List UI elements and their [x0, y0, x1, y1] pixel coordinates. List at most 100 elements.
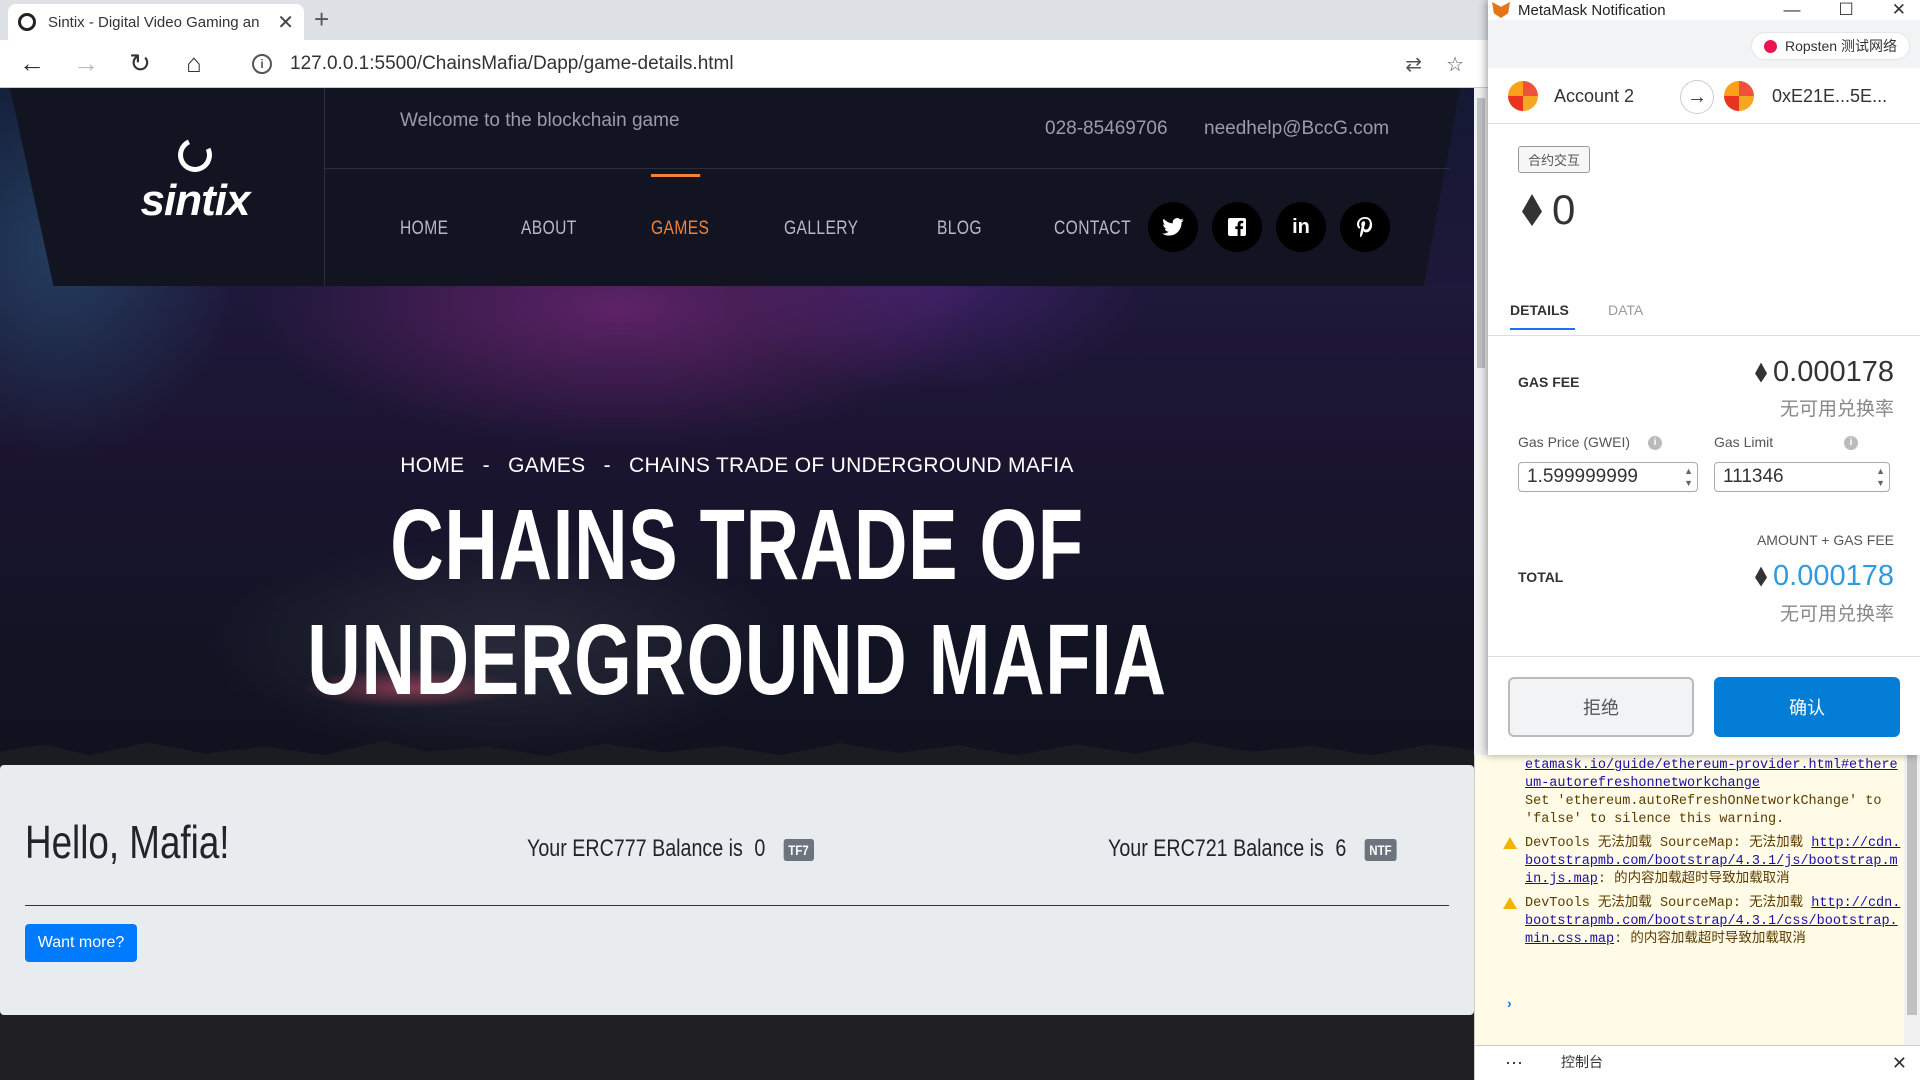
- ethereum-icon: [1755, 362, 1768, 383]
- tx-tabs: DETAILS DATA: [1488, 296, 1920, 336]
- minimize-icon[interactable]: —: [1784, 0, 1801, 20]
- site-favicon-icon: [18, 13, 36, 31]
- page-title: CHAINS TRADE OF UNDERGROUND MAFIA: [307, 489, 1167, 716]
- maximize-icon[interactable]: ☐: [1839, 0, 1854, 20]
- nav-contact[interactable]: CONTACT: [1054, 218, 1131, 240]
- network-status-icon: [1763, 39, 1777, 53]
- erc721-balance: Your ERC721 Balance is 6 NTF: [1108, 835, 1397, 863]
- nav-about[interactable]: ABOUT: [521, 218, 577, 240]
- site-logo[interactable]: sintix: [120, 133, 270, 226]
- breadcrumb-separator: -: [482, 454, 490, 477]
- breadcrumb-separator: -: [603, 454, 611, 477]
- arrow-right-icon: →: [1680, 80, 1714, 114]
- info-icon[interactable]: i: [1844, 436, 1858, 450]
- network-selector[interactable]: Ropsten 测试网络: [1750, 32, 1910, 60]
- facebook-icon[interactable]: [1212, 202, 1262, 252]
- scrollbar-thumb[interactable]: [1907, 755, 1917, 1015]
- warning-icon: [1503, 897, 1517, 909]
- reject-button[interactable]: 拒绝: [1508, 677, 1694, 737]
- metamask-titlebar: MetaMask Notification — ☐ ✕: [1488, 0, 1920, 20]
- gas-price-input[interactable]: 1.599999999 ▲ ▼: [1518, 462, 1698, 492]
- home-icon[interactable]: ⌂: [172, 42, 216, 86]
- contact-phone[interactable]: 028-85469706: [1045, 118, 1168, 140]
- ethereum-icon: [1755, 566, 1768, 587]
- stepper-icon[interactable]: ▲ ▼: [1876, 465, 1885, 489]
- total-rate: 无可用兑换率: [1779, 604, 1894, 625]
- breadcrumb: HOME - GAMES - CHAINS TRADE OF UNDERGROU…: [0, 454, 1474, 478]
- nav-home[interactable]: HOME: [400, 218, 448, 240]
- console-text: : 的内容加载超时导致加载取消: [1597, 872, 1790, 887]
- erc721-badge: NTF: [1364, 838, 1397, 861]
- stepper-icon[interactable]: ▲ ▼: [1684, 465, 1693, 489]
- greeting: Hello, Mafia!: [25, 816, 230, 868]
- info-icon[interactable]: i: [1648, 436, 1662, 450]
- more-tools-icon[interactable]: ⋯: [1505, 1053, 1523, 1074]
- total-value: 0.000178: [1773, 560, 1894, 592]
- gas-limit-value[interactable]: 111346: [1723, 466, 1784, 487]
- url-text[interactable]: 127.0.0.1:5500/ChainsMafia/Dapp/game-det…: [290, 53, 734, 75]
- twitter-icon[interactable]: [1148, 202, 1198, 252]
- console-prompt-icon[interactable]: ›: [1507, 995, 1512, 1011]
- linkedin-icon[interactable]: in: [1276, 202, 1326, 252]
- tab-console[interactable]: 控制台: [1559, 1044, 1605, 1080]
- social-links: in: [1148, 202, 1390, 252]
- nav-gallery[interactable]: GALLERY: [784, 218, 858, 240]
- gas-price-value[interactable]: 1.599999999: [1527, 466, 1638, 487]
- contact-email[interactable]: needhelp@BccG.com: [1204, 118, 1389, 140]
- header-divider: [324, 88, 325, 286]
- gas-limit-input[interactable]: 111346 ▲ ▼: [1714, 462, 1890, 492]
- console-message: etamask.io/guide/ethereum-provider.html#…: [1525, 757, 1901, 829]
- breadcrumb-games[interactable]: GAMES: [508, 454, 585, 477]
- console-text: DevTools 无法加载 SourceMap: 无法加载: [1525, 836, 1812, 851]
- metamask-fox-icon: [1492, 2, 1510, 18]
- metamask-popup: MetaMask Notification — ☐ ✕ Ropsten 测试网络…: [1488, 0, 1920, 755]
- browser-tab[interactable]: Sintix - Digital Video Gaming an ✕: [8, 4, 304, 40]
- bookmark-star-icon[interactable]: ☆: [1446, 52, 1464, 77]
- gas-price-label: Gas Price (GWEI): [1518, 434, 1631, 450]
- warning-icon: [1503, 837, 1517, 849]
- confirm-button[interactable]: 确认: [1714, 677, 1900, 737]
- translate-icon[interactable]: ⇄: [1405, 52, 1422, 77]
- close-icon[interactable]: ✕: [1892, 0, 1906, 20]
- new-tab-button[interactable]: +: [314, 4, 329, 35]
- gas-fee-rate: 无可用兑换率: [1779, 399, 1894, 420]
- tab-bar: Sintix - Digital Video Gaming an ✕ +: [0, 0, 1490, 40]
- want-more-button[interactable]: Want more?: [25, 924, 137, 962]
- nav-games[interactable]: GAMES: [650, 174, 709, 240]
- back-icon[interactable]: ←: [10, 42, 54, 86]
- pinterest-icon[interactable]: [1340, 202, 1390, 252]
- address-bar[interactable]: i 127.0.0.1:5500/ChainsMafia/Dapp/game-d…: [238, 46, 1478, 82]
- close-tab-icon[interactable]: ✕: [277, 10, 294, 35]
- breadcrumb-home[interactable]: HOME: [400, 454, 464, 477]
- console-scrollbar[interactable]: [1904, 755, 1920, 1045]
- tx-amount: 0: [1522, 186, 1575, 234]
- page-scrollbar[interactable]: [1474, 88, 1488, 755]
- close-drawer-icon[interactable]: ✕: [1892, 1053, 1907, 1074]
- amount-plus-gas-label: AMOUNT + GAS FEE: [1756, 532, 1894, 548]
- forward-icon[interactable]: →: [64, 42, 108, 86]
- reload-icon[interactable]: ↻: [118, 42, 162, 86]
- console-text: DevTools 无法加载 SourceMap: 无法加载: [1525, 896, 1812, 911]
- console-warning: DevTools 无法加载 SourceMap: 无法加载 http://cdn…: [1503, 835, 1901, 889]
- gas-fee: 0.000178: [1755, 356, 1894, 389]
- from-account-name: Account 2: [1554, 85, 1635, 106]
- total: 0.000178: [1755, 560, 1894, 593]
- erc777-label: Your ERC777 Balance is: [527, 835, 743, 862]
- tab-details[interactable]: DETAILS: [1510, 302, 1575, 330]
- nav-blog[interactable]: BLOG: [937, 218, 982, 240]
- tab-data[interactable]: DATA: [1608, 302, 1643, 318]
- gas-fee-value: 0.000178: [1773, 356, 1894, 388]
- erc777-value: 0: [754, 835, 766, 862]
- scrollbar-thumb[interactable]: [1477, 98, 1485, 368]
- to-account-address: 0xE21E...5E...: [1772, 85, 1888, 106]
- account-bar: Account 2 → 0xE21E...5E...: [1488, 68, 1920, 124]
- console-warning: DevTools 无法加载 SourceMap: 无法加载 http://cdn…: [1503, 895, 1901, 949]
- page-footer-strip: [0, 1015, 1474, 1080]
- header-line: [324, 168, 1450, 169]
- from-account[interactable]: Account 2: [1508, 81, 1634, 111]
- to-account[interactable]: 0xE21E...5E...: [1724, 81, 1887, 111]
- window-title: MetaMask Notification: [1518, 1, 1666, 19]
- devtools-console: etamask.io/guide/ethereum-provider.html#…: [1474, 755, 1920, 1080]
- console-link[interactable]: etamask.io/guide/ethereum-provider.html#…: [1525, 758, 1898, 791]
- site-info-icon[interactable]: i: [252, 54, 272, 74]
